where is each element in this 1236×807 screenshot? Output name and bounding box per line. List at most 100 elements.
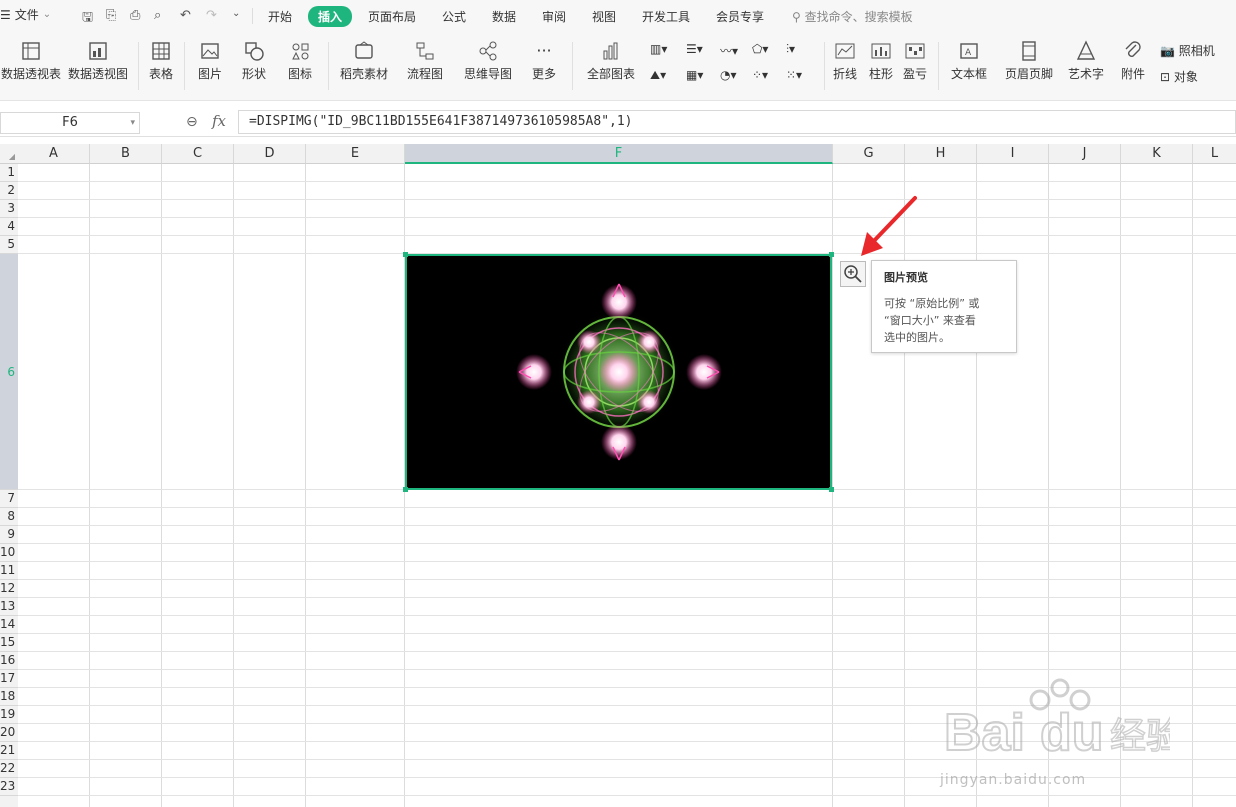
- stock-chart-icon[interactable]: ⫶▾: [786, 42, 795, 57]
- row-header-18[interactable]: 18: [0, 688, 18, 706]
- camera-button[interactable]: 📷 照相机: [1160, 42, 1215, 59]
- row-header-19[interactable]: 19: [0, 706, 18, 724]
- sparkline-line-button[interactable]: 折线: [830, 40, 860, 82]
- area-chart-icon[interactable]: ⛰▾: [650, 68, 666, 83]
- row-header-11[interactable]: 11: [0, 562, 18, 580]
- header-footer-icon: [1022, 41, 1036, 61]
- pie-chart-icon[interactable]: ◔▾: [720, 68, 737, 82]
- column-header-l[interactable]: L: [1193, 144, 1236, 164]
- print-icon[interactable]: ⎙: [130, 8, 140, 23]
- resize-handle-bottom-right[interactable]: [829, 487, 834, 492]
- pivot-chart-button[interactable]: 数据透视图: [66, 40, 130, 82]
- flowchart-button[interactable]: 流程图: [400, 40, 450, 82]
- column-header-b[interactable]: B: [90, 144, 162, 164]
- row-header-8[interactable]: 8: [0, 508, 18, 526]
- mindmap-button[interactable]: 思维导图: [458, 40, 518, 82]
- name-box[interactable]: F6 ▾: [0, 112, 140, 134]
- tab-insert[interactable]: 插入: [308, 6, 353, 27]
- formula-input[interactable]: =DISPIMG("ID_9BC11BD155E641F387149736105…: [238, 110, 1236, 134]
- column-header-e[interactable]: E: [306, 144, 405, 164]
- format-painter-icon[interactable]: ⎘: [106, 8, 116, 23]
- radar-chart-icon[interactable]: ⬠▾: [752, 42, 768, 56]
- print-preview-icon[interactable]: ⌕: [154, 8, 161, 23]
- column-header-f[interactable]: F: [405, 144, 833, 164]
- line-chart-icon[interactable]: 〰▾: [720, 42, 738, 59]
- tab-page-layout[interactable]: 页面布局: [368, 8, 416, 25]
- tab-member[interactable]: 会员专享: [716, 8, 764, 25]
- tab-view[interactable]: 视图: [592, 8, 616, 25]
- undo-icon[interactable]: ↶: [180, 8, 191, 23]
- resize-handle-bottom-left[interactable]: [403, 487, 408, 492]
- row-header-4[interactable]: 4: [0, 218, 18, 236]
- tab-data[interactable]: 数据: [492, 8, 516, 25]
- redo-icon[interactable]: ↷: [206, 8, 217, 23]
- embedded-picture[interactable]: [405, 254, 832, 490]
- row-header-20[interactable]: 20: [0, 724, 18, 742]
- shape-button[interactable]: 形状: [236, 40, 272, 82]
- row-header-5[interactable]: 5: [0, 236, 18, 254]
- row-header-21[interactable]: 21: [0, 742, 18, 760]
- combo-chart-icon[interactable]: ▦▾: [686, 68, 703, 82]
- fx-label[interactable]: fx: [212, 112, 226, 130]
- grid-row-line: [18, 795, 1236, 796]
- row-header-14[interactable]: 14: [0, 616, 18, 634]
- pivot-table-button[interactable]: 数据透视表: [0, 40, 62, 82]
- column-header-c[interactable]: C: [162, 144, 234, 164]
- column-header-i[interactable]: I: [977, 144, 1049, 164]
- command-search[interactable]: ⚲ 查找命令、搜索模板: [792, 8, 913, 25]
- row-header-13[interactable]: 13: [0, 598, 18, 616]
- row-header-6[interactable]: 6: [0, 254, 18, 490]
- tab-review[interactable]: 审阅: [542, 8, 566, 25]
- row-header-23[interactable]: 23: [0, 778, 18, 796]
- other-chart-icon[interactable]: ⁙▾: [786, 68, 802, 82]
- column-header-g[interactable]: G: [833, 144, 905, 164]
- bar-chart-h-icon[interactable]: ☰▾: [686, 42, 703, 56]
- row-header-9[interactable]: 9: [0, 526, 18, 544]
- more-button[interactable]: ··· 更多: [526, 40, 562, 82]
- scatter-chart-icon[interactable]: ⁘▾: [752, 68, 768, 82]
- object-icon: ⊡: [1160, 70, 1171, 84]
- column-header-d[interactable]: D: [234, 144, 306, 164]
- column-header-a[interactable]: A: [18, 144, 90, 164]
- attachment-button[interactable]: 附件: [1118, 40, 1148, 82]
- tab-home[interactable]: 开始: [268, 8, 292, 25]
- zoom-out-icon[interactable]: ⊖: [186, 114, 198, 130]
- column-header-h[interactable]: H: [905, 144, 977, 164]
- save-icon[interactable]: 🖫: [82, 8, 93, 30]
- header-footer-button[interactable]: 页眉页脚: [1002, 40, 1056, 82]
- row-header-1[interactable]: 1: [0, 164, 18, 182]
- column-header-j[interactable]: J: [1049, 144, 1121, 164]
- textbox-button[interactable]: A 文本框: [944, 40, 994, 82]
- row-header-22[interactable]: 22: [0, 760, 18, 778]
- table-button[interactable]: 表格: [146, 40, 176, 82]
- sparkline-column-button[interactable]: 柱形: [866, 40, 896, 82]
- row-header-2[interactable]: 2: [0, 182, 18, 200]
- wordart-button[interactable]: 艺术字: [1062, 40, 1110, 82]
- column-chart-icon[interactable]: ▥▾: [650, 42, 667, 56]
- row-header-12[interactable]: 12: [0, 580, 18, 598]
- docer-material-button[interactable]: 稻壳素材: [336, 40, 392, 82]
- file-menu[interactable]: ☰ 文件 ⌄: [0, 6, 51, 23]
- grid-row-line: [18, 235, 1236, 236]
- sparkline-winloss-button[interactable]: 盈亏: [900, 40, 930, 82]
- picture-button[interactable]: 图片: [192, 40, 228, 82]
- resize-handle-top-left[interactable]: [403, 252, 408, 257]
- tab-formulas[interactable]: 公式: [442, 8, 466, 25]
- tab-developer[interactable]: 开发工具: [642, 8, 690, 25]
- select-all-corner[interactable]: ◢: [0, 144, 18, 164]
- row-header-15[interactable]: 15: [0, 634, 18, 652]
- row-header-3[interactable]: 3: [0, 200, 18, 218]
- quick-access-dropdown-icon[interactable]: ⌄: [232, 8, 240, 19]
- column-header-k[interactable]: K: [1121, 144, 1193, 164]
- row-header-16[interactable]: 16: [0, 652, 18, 670]
- row-header-17[interactable]: 17: [0, 670, 18, 688]
- resize-handle-top-right[interactable]: [829, 252, 834, 257]
- tooltip-line: “窗口大小” 来查看: [884, 314, 976, 327]
- picture-preview-button[interactable]: [840, 261, 866, 287]
- row-header-10[interactable]: 10: [0, 544, 18, 562]
- all-charts-button[interactable]: 全部图表: [580, 40, 642, 82]
- icon-button[interactable]: 图标: [282, 40, 318, 82]
- object-button[interactable]: ⊡ 对象: [1160, 68, 1198, 85]
- row-header-7[interactable]: 7: [0, 490, 18, 508]
- sparkline-line-icon: [835, 43, 855, 59]
